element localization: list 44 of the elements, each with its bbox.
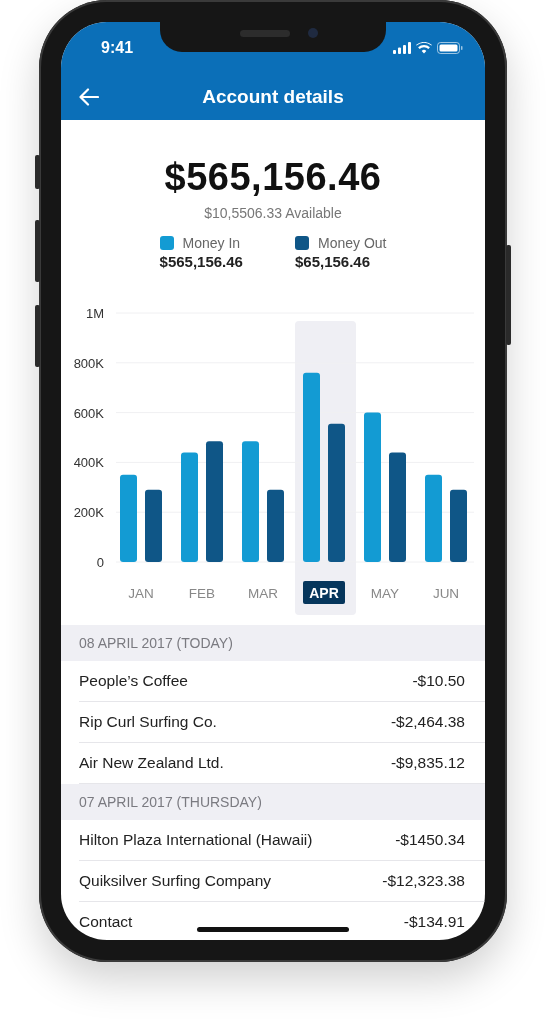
axis-label: 800K	[73, 355, 104, 371]
battery-icon	[437, 42, 463, 54]
transaction-amount: -$10.50	[412, 672, 465, 690]
merchant-name: Hilton Plaza International (Hawaii)	[79, 831, 313, 849]
transaction-row[interactable]: Hilton Plaza International (Hawaii) -$1450.34	[79, 820, 485, 861]
transaction-row[interactable]: Rip Curl Surfing Co. -$2,464.38	[79, 702, 485, 743]
transaction-row[interactable]: Quiksilver Surfing Company -$12,323.38	[79, 861, 485, 902]
transaction-amount: -$1450.34	[395, 831, 465, 849]
merchant-name: Contact	[79, 913, 133, 931]
merchant-name: Rip Curl Surfing Co.	[79, 713, 217, 731]
merchant-name: People’s Coffee	[79, 672, 188, 690]
axis-label: 400K	[73, 455, 104, 471]
signal-icon	[393, 42, 411, 54]
legend-label: Money Out	[317, 235, 387, 251]
transaction-amount: -$12,323.38	[382, 872, 465, 890]
back-button[interactable]	[77, 86, 101, 108]
status-time: 9:41	[101, 39, 134, 57]
transaction-amount: -$134.91	[403, 913, 465, 931]
legend-total: $565,156.46	[159, 253, 243, 270]
month-tab[interactable]: APR	[303, 581, 345, 604]
month-tab[interactable]: FEB	[188, 586, 216, 601]
merchant-name: Air New Zealand Ltd.	[79, 754, 224, 772]
transaction-row[interactable]: People’s Coffee -$10.50	[79, 661, 485, 702]
wifi-icon	[416, 42, 432, 54]
section-header: 08 APRIL 2017 (TODAY)	[61, 625, 485, 661]
legend-total: $65,156.46	[294, 253, 372, 270]
available-amount: $10,5506.33 Available	[204, 205, 342, 221]
axis-label: 1M	[85, 306, 104, 321]
month-tab[interactable]: MAR	[248, 586, 278, 601]
axis-label: 600K	[73, 405, 104, 421]
balance-amount: $565,156.46	[164, 156, 382, 199]
axis-label: 200K	[73, 505, 104, 521]
section-header: 07 APRIL 2017 (THURSDAY)	[61, 784, 485, 820]
month-tab[interactable]: JUN	[432, 586, 460, 601]
merchant-name: Quiksilver Surfing Company	[79, 872, 272, 890]
legend-label: Money In	[182, 235, 241, 251]
transaction-amount: -$2,464.38	[390, 713, 465, 731]
transaction-amount: -$9,835.12	[390, 754, 465, 772]
x-tick-label: APR	[309, 585, 339, 601]
month-tab[interactable]: JAN	[128, 586, 154, 601]
month-tab[interactable]: MAY	[370, 586, 400, 601]
back-arrow-icon	[79, 88, 99, 106]
screen-title: Account details	[202, 86, 344, 108]
axis-label: 0	[96, 555, 104, 570]
